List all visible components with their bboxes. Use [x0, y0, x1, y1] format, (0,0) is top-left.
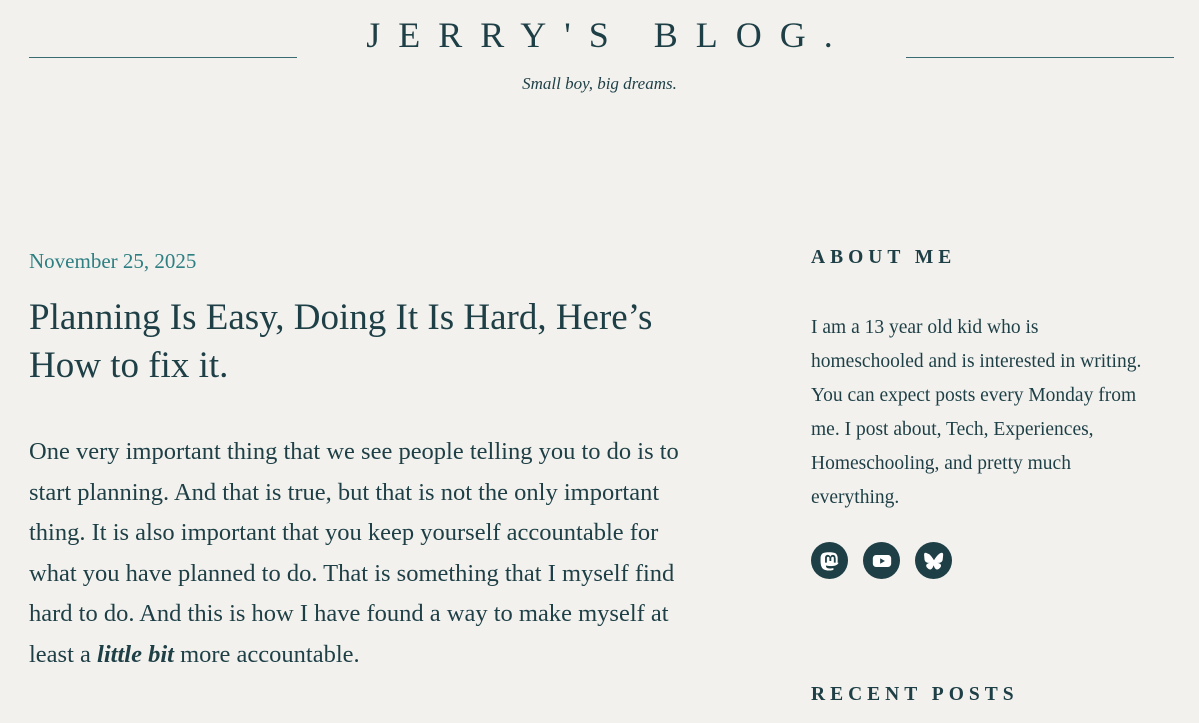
post-title[interactable]: Planning Is Easy, Doing It Is Hard, Here…: [29, 294, 699, 390]
header-rule-left: [29, 57, 297, 58]
post-body: One very important thing that we see peo…: [29, 432, 699, 675]
mastodon-link[interactable]: [811, 542, 848, 579]
post-body-text: One very important thing that we see peo…: [29, 438, 679, 668]
youtube-link[interactable]: [863, 542, 900, 579]
site-title-link[interactable]: JERRY'S BLOG.: [0, 14, 1199, 56]
post-body-text-end: more accountable.: [173, 640, 360, 668]
post-date[interactable]: November 25, 2025: [29, 246, 699, 276]
about-me-heading: ABOUT ME: [811, 247, 957, 268]
bluesky-icon: [923, 552, 943, 569]
site-tagline: Small boy, big dreams.: [522, 74, 677, 93]
header-rule-right: [906, 57, 1174, 58]
youtube-icon: [872, 554, 891, 567]
post-content: November 25, 2025 Planning Is Easy, Doin…: [29, 246, 699, 675]
sidebar: ABOUT ME I am a 13 year old kid who is h…: [811, 243, 1176, 705]
about-me-text: I am a 13 year old kid who is homeschool…: [811, 317, 1142, 508]
site-header: JERRY'S BLOG. Small boy, big dreams.: [0, 0, 1199, 110]
social-links: [811, 542, 1176, 579]
post-body-emphasis: little bit: [97, 640, 174, 668]
bluesky-link[interactable]: [915, 542, 952, 579]
mastodon-icon: [820, 551, 839, 571]
recent-posts-heading: RECENT POSTS: [811, 684, 1019, 705]
